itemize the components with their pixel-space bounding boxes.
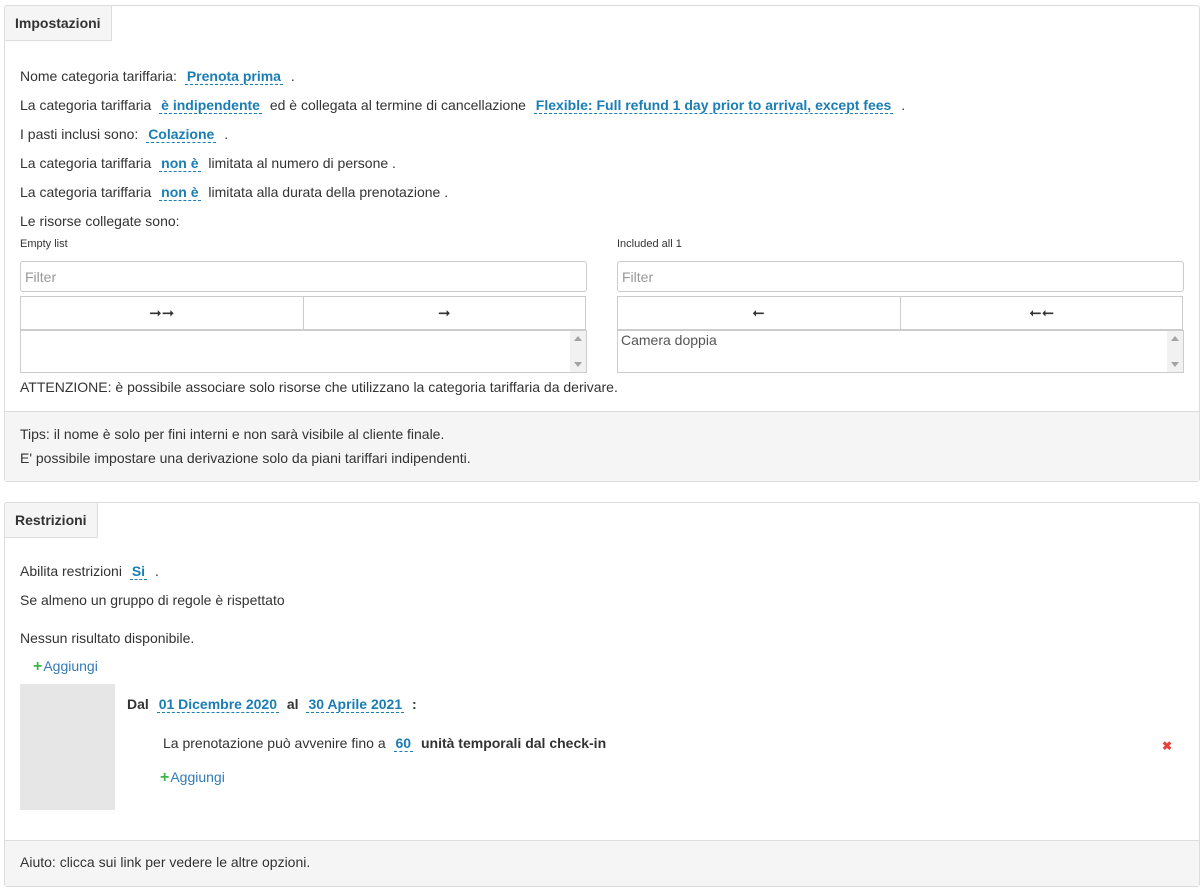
left-filter-input[interactable] bbox=[20, 261, 587, 292]
period: . bbox=[290, 68, 295, 84]
help-text: Aiuto: clicca sui link per vedere le alt… bbox=[20, 854, 311, 870]
settings-panel: Impostazioni Nome categoria tariffaria: … bbox=[4, 5, 1200, 482]
right-listbox[interactable]: Camera doppia bbox=[617, 330, 1184, 373]
scroll-down-icon[interactable] bbox=[574, 362, 582, 367]
settings-tab[interactable]: Impostazioni bbox=[4, 5, 112, 41]
settings-footer: Tips: il nome è solo per fini interni e … bbox=[5, 411, 1199, 481]
list-item[interactable]: Camera doppia bbox=[621, 332, 1180, 348]
move-right-button[interactable]: ➞ bbox=[303, 296, 586, 330]
left-list-title: Empty list bbox=[20, 238, 68, 250]
restrictions-panel: Restrizioni Abilita restrizioni Si . Se … bbox=[4, 502, 1200, 887]
warning-text: ATTENZIONE: è possibile associare solo r… bbox=[20, 379, 618, 395]
add-rule-link[interactable]: +Aggiungi bbox=[160, 769, 225, 787]
from-label: Dal bbox=[127, 696, 149, 712]
plus-icon: + bbox=[160, 769, 170, 786]
duration-limit-link[interactable]: non è bbox=[159, 184, 201, 201]
meals-line: I pasti inclusi sono: Colazione . bbox=[20, 125, 228, 143]
scroll-up-icon[interactable] bbox=[1171, 336, 1179, 341]
booking-condition-line: La prenotazione può avvenire fino a 60 u… bbox=[163, 734, 606, 752]
enable-restrictions-link[interactable]: Si bbox=[129, 563, 148, 580]
meals-label: I pasti inclusi sono: bbox=[20, 126, 139, 142]
resources-label: Le risorse collegate sono: bbox=[20, 213, 180, 229]
cancellation-label: ed è collegata al termine di cancellazio… bbox=[269, 97, 526, 113]
plus-icon: + bbox=[33, 658, 43, 675]
right-list-title: Included all 1 bbox=[617, 238, 682, 250]
move-all-left-button[interactable]: ➞➞ bbox=[900, 296, 1183, 330]
cancellation-policy-link[interactable]: Flexible: Full refund 1 day prior to arr… bbox=[533, 97, 894, 114]
enable-restrictions-line: Abilita restrizioni Si . bbox=[20, 562, 159, 580]
arrow-left-icon: ➞ bbox=[752, 305, 766, 322]
scroll-up-icon[interactable] bbox=[574, 336, 582, 341]
period: . bbox=[224, 126, 229, 142]
add-group-link[interactable]: +Aggiungi bbox=[33, 658, 98, 676]
move-left-button[interactable]: ➞ bbox=[617, 296, 901, 330]
from-date-link[interactable]: 01 Dicembre 2020 bbox=[156, 696, 279, 713]
right-button-group: ➞ ➞➞ bbox=[617, 296, 1183, 330]
independence-label: La categoria tariffaria bbox=[20, 97, 152, 113]
restrictions-tab[interactable]: Restrizioni bbox=[4, 502, 98, 538]
group-rule-text: Se almeno un gruppo di regole è rispetta… bbox=[20, 592, 285, 608]
delete-rule-icon[interactable]: ✖ bbox=[1162, 739, 1172, 753]
period: . bbox=[154, 563, 159, 579]
no-results-text: Nessun risultato disponibile. bbox=[20, 630, 195, 646]
duration-limit-line: La categoria tariffaria non è limitata a… bbox=[20, 183, 448, 201]
tips-text: Tips: il nome è solo per fini interni e … bbox=[20, 426, 445, 442]
persons-limit-suffix: limitata al numero di persone . bbox=[208, 155, 396, 171]
condition-unit: unità temporali dal check-in bbox=[420, 735, 607, 751]
left-listbox-scrollbar[interactable] bbox=[570, 331, 586, 372]
rate-name-link[interactable]: Prenota prima bbox=[184, 68, 283, 85]
left-listbox[interactable] bbox=[20, 330, 587, 373]
enable-restrictions-label: Abilita restrizioni bbox=[20, 563, 122, 579]
add-rule-label: Aggiungi bbox=[170, 769, 225, 785]
move-all-right-button[interactable]: ➞➞ bbox=[20, 296, 304, 330]
persons-limit-label: La categoria tariffaria bbox=[20, 155, 152, 171]
persons-limit-link[interactable]: non è bbox=[159, 155, 201, 172]
meals-link[interactable]: Colazione bbox=[146, 126, 217, 143]
persons-limit-line: La categoria tariffaria non è limitata a… bbox=[20, 154, 396, 172]
double-arrow-right-icon: ➞➞ bbox=[149, 305, 175, 322]
date-range-line: Dal 01 Dicembre 2020 al 30 Aprile 2021 : bbox=[127, 695, 417, 713]
right-filter-input[interactable] bbox=[617, 261, 1184, 292]
right-listbox-scrollbar[interactable] bbox=[1167, 331, 1183, 372]
condition-label: La prenotazione può avvenire fino a bbox=[163, 735, 386, 751]
derivation-note: E' possibile impostare una derivazione s… bbox=[20, 450, 471, 466]
period: . bbox=[901, 97, 906, 113]
rate-name-label: Nome categoria tariffaria: bbox=[20, 68, 177, 84]
independence-link[interactable]: è indipendente bbox=[159, 97, 262, 114]
independence-line: La categoria tariffaria è indipendente e… bbox=[20, 96, 905, 114]
duration-limit-label: La categoria tariffaria bbox=[20, 184, 152, 200]
arrow-right-icon: ➞ bbox=[437, 305, 451, 322]
add-group-label: Aggiungi bbox=[43, 658, 98, 674]
restrictions-footer: Aiuto: clicca sui link per vedere le alt… bbox=[5, 840, 1199, 886]
left-button-group: ➞➞ ➞ bbox=[20, 296, 586, 330]
condition-value-link[interactable]: 60 bbox=[393, 735, 414, 752]
duration-limit-suffix: limitata alla durata della prenotazione … bbox=[208, 184, 449, 200]
double-arrow-left-icon: ➞➞ bbox=[1028, 305, 1054, 322]
scroll-down-icon[interactable] bbox=[1171, 362, 1179, 367]
colon: : bbox=[412, 696, 417, 712]
rule-group-sidebar bbox=[20, 684, 115, 810]
to-date-link[interactable]: 30 Aprile 2021 bbox=[306, 696, 405, 713]
rate-name-line: Nome categoria tariffaria: Prenota prima… bbox=[20, 67, 295, 85]
to-label: al bbox=[286, 696, 299, 712]
